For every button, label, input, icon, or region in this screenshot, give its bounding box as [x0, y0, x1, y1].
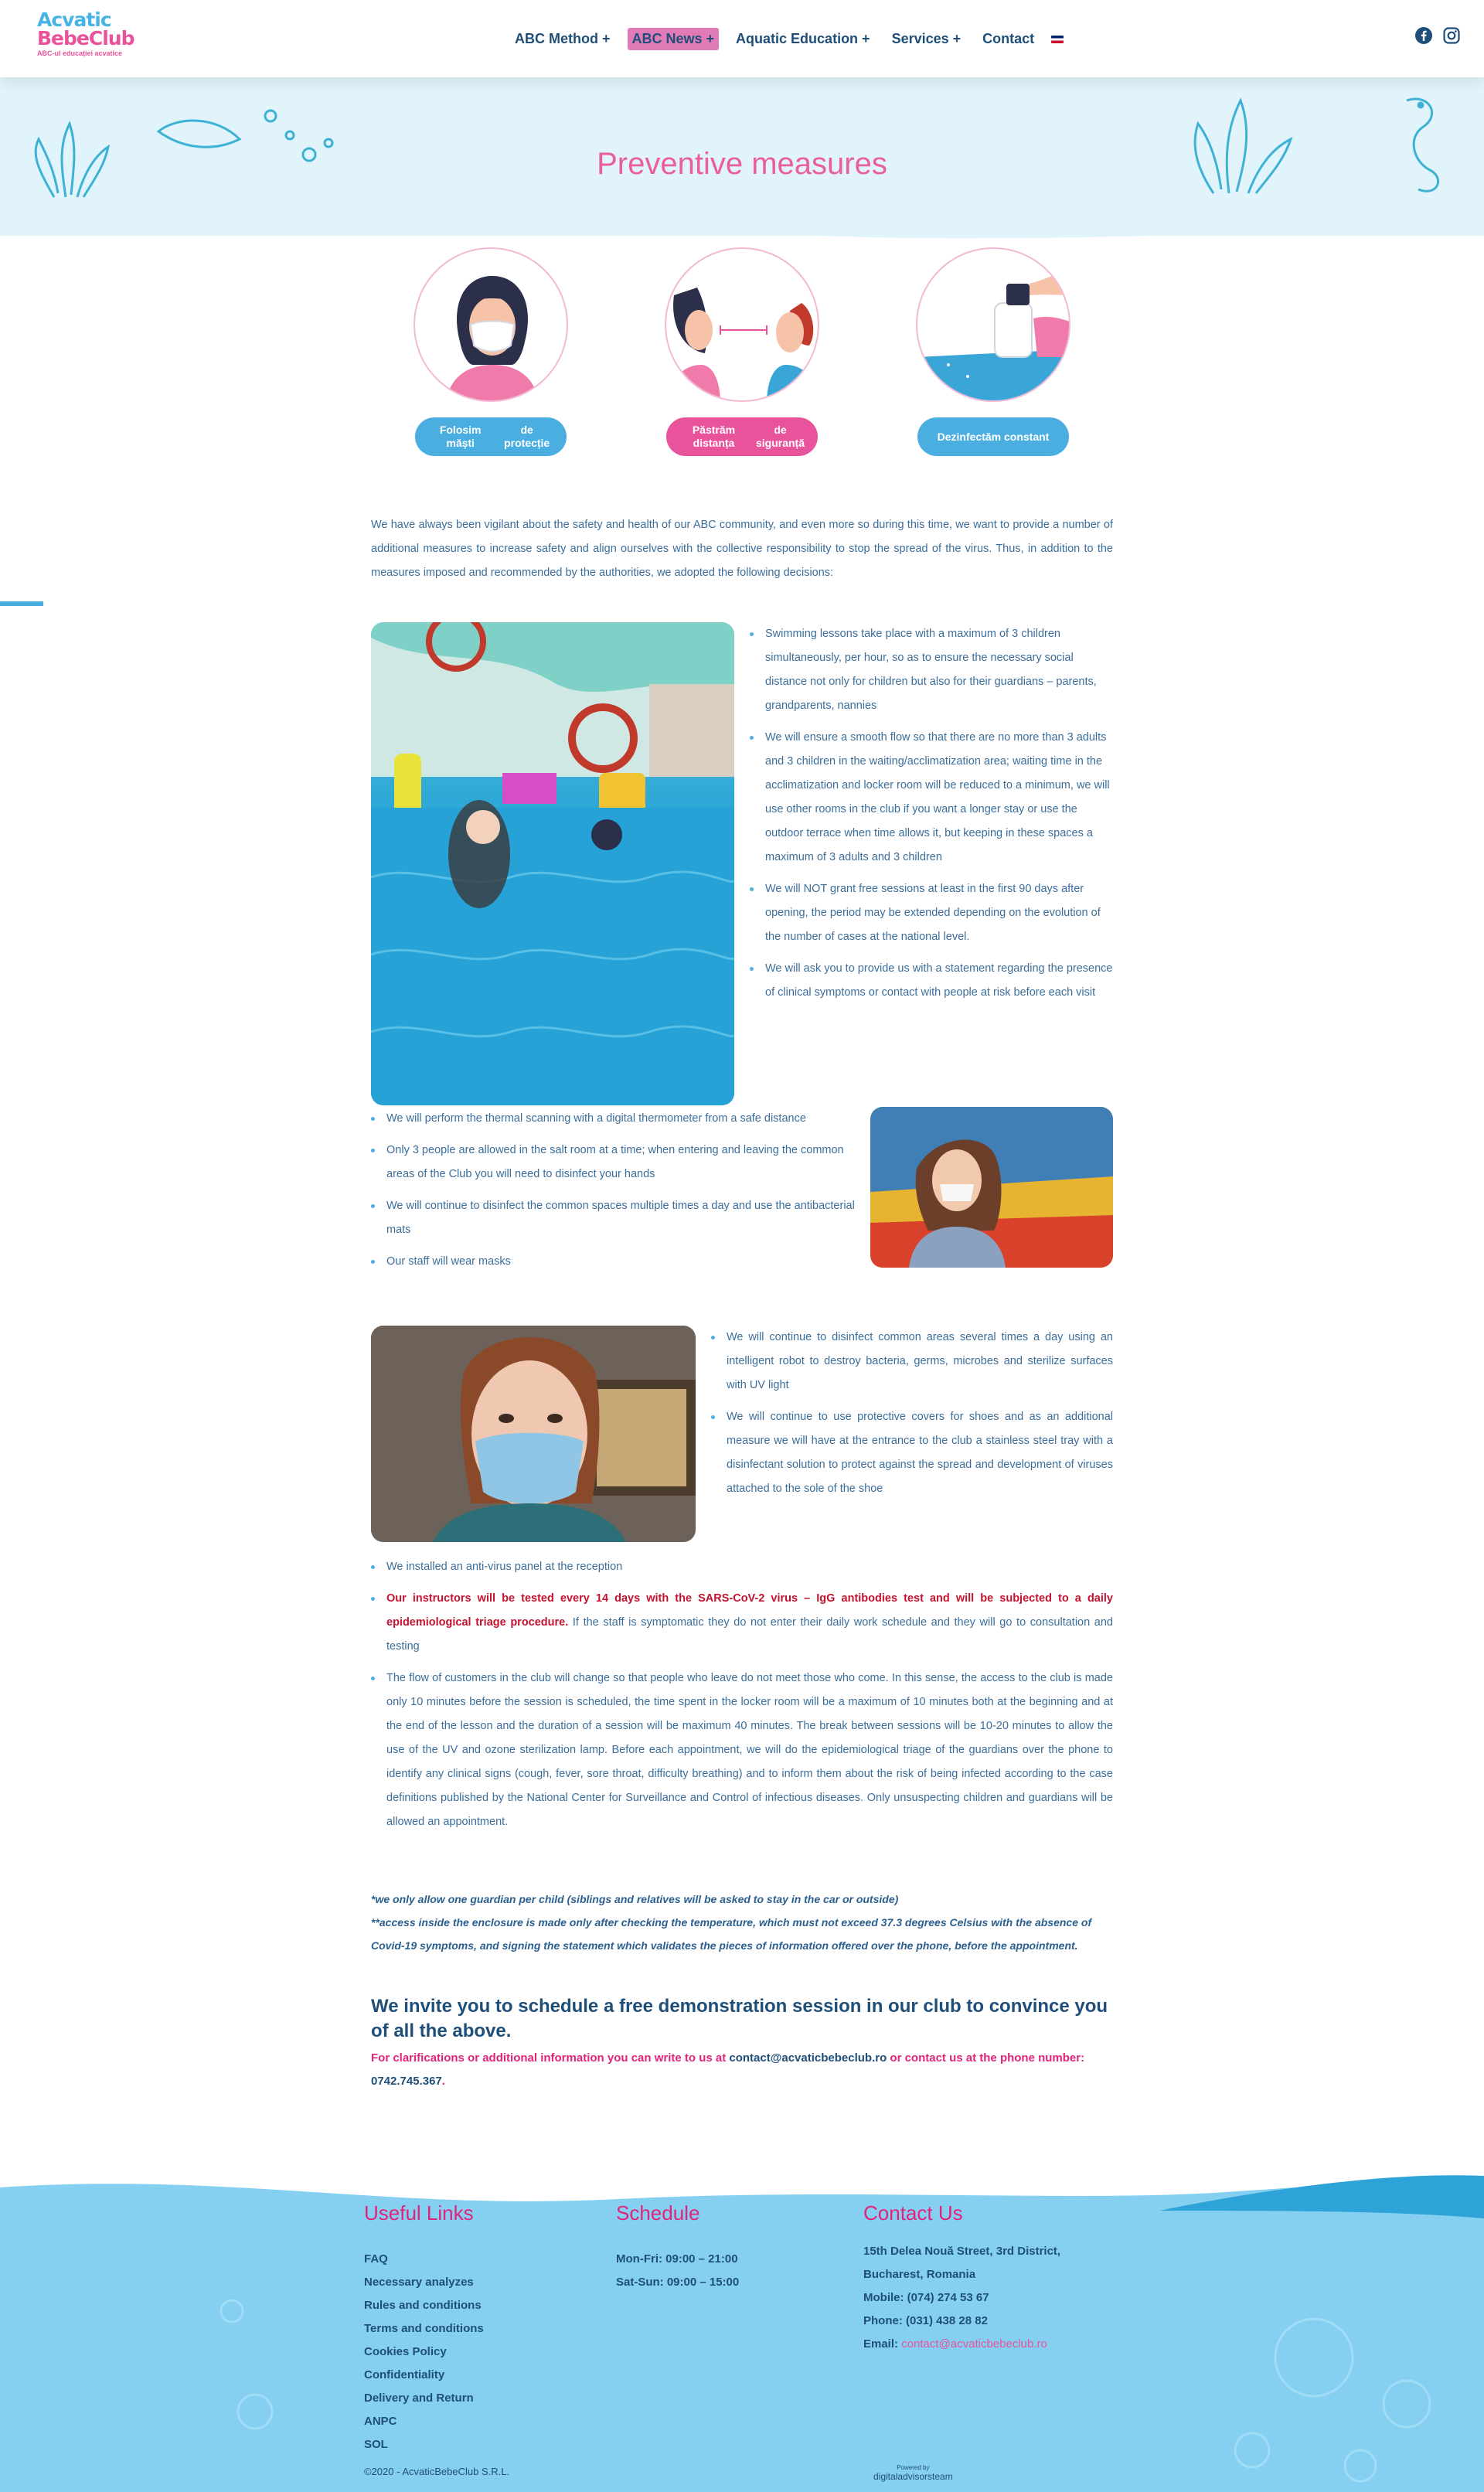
social-links — [1414, 26, 1461, 45]
badge-distance: Păstrăm distanța de siguranță — [665, 247, 819, 456]
measures-list-4: We installed an anti-virus panel at the … — [371, 1555, 1113, 1842]
logo-tagline: ABC-ul educației acvatice — [37, 49, 123, 57]
note-guardian: *we only allow one guardian per child (s… — [371, 1893, 899, 1905]
schedule-weekend: Sat-Sun: 09:00 – 15:00 — [616, 2276, 740, 2289]
contact-phone[interactable]: Phone: (031) 438 28 82 — [863, 2310, 1060, 2333]
badge-masks-label: Folosim măști de protecție — [415, 417, 567, 456]
contact-address-line1: 15th Delea Nouă Street, 3rd District, — [863, 2245, 1061, 2258]
useful-links-list: FAQ Necessary analyzes Rules and conditi… — [364, 2248, 484, 2456]
intro-paragraph: We have always been vigilant about the s… — [371, 519, 1113, 579]
seahorse-decoration — [1193, 97, 1440, 194]
contact-email-row: Email: contact@acvaticbebeclub.ro — [863, 2337, 1047, 2351]
badge-distance-label: Păstrăm distanța de siguranță — [666, 417, 818, 456]
list-item: We will perform the thermal scanning wit… — [371, 1107, 858, 1131]
staff-mask-photo — [870, 1107, 1113, 1268]
list-item: Swimming lessons take place with a maxim… — [750, 622, 1113, 718]
mask-illustration — [414, 247, 568, 402]
footer-link-rules[interactable]: Rules and conditions — [364, 2294, 484, 2317]
disinfect-illustration — [916, 247, 1070, 402]
list-item: We will continue to disinfect the common… — [371, 1194, 858, 1242]
footer-link-analyzes[interactable]: Necessary analyzes — [364, 2271, 484, 2294]
page-title: Preventive measures — [597, 147, 887, 181]
list-item: Our staff will wear masks — [371, 1250, 858, 1274]
badge-disinfect: Dezinfectăm constant — [916, 247, 1070, 456]
contact-mobile[interactable]: Mobile: (074) 274 53 67 — [863, 2286, 1060, 2310]
note-access: **access inside the enclosure is made on… — [371, 1916, 1092, 1952]
measures-list-1: Swimming lessons take place with a maxim… — [750, 622, 1113, 1013]
contact-phone-link[interactable]: 0742.745.367 — [371, 2075, 442, 2088]
site-header: Acvatic BebeClub ABC-ul educației acvati… — [0, 0, 1484, 77]
nav-contact[interactable]: Contact — [978, 28, 1039, 50]
nav-aquatic-education[interactable]: Aquatic Education + — [731, 28, 875, 50]
schedule-heading: Schedule — [616, 2201, 700, 2225]
site-footer: Useful Links FAQ Necessary analyzes Rule… — [0, 2157, 1484, 2492]
site-logo[interactable]: Acvatic BebeClub ABC-ul educației acvati… — [37, 10, 134, 68]
list-item: We will continue to disinfect common are… — [711, 1326, 1113, 1397]
pool-photo — [371, 622, 734, 1105]
contact-email-link[interactable]: contact@acvaticbebeclub.ro — [729, 2051, 887, 2065]
contact-list: 15th Delea Nouă Street, 3rd District, Bu… — [863, 2240, 1060, 2356]
invite-heading: We invite you to schedule a free demonst… — [371, 1996, 1108, 2041]
badge-masks: Folosim măști de protecție — [414, 247, 568, 456]
english-flag-icon[interactable] — [1051, 35, 1064, 43]
badge-disinfect-label: Dezinfectăm constant — [917, 417, 1069, 456]
prevention-badges: Folosim măști de protecție Păstrăm distan… — [410, 247, 1074, 464]
nav-abc-method[interactable]: ABC Method + — [510, 28, 615, 50]
footer-wave-background — [0, 2175, 1484, 2492]
list-item-testing: Our instructors will be tested every 14 … — [371, 1587, 1113, 1659]
list-item: We will continue to use protective cover… — [711, 1405, 1113, 1501]
developer-credit[interactable]: Powered by digitaladvisorsteam — [873, 2464, 953, 2482]
list-item: We will ask you to provide us with a sta… — [750, 957, 1113, 1005]
useful-links-heading: Useful Links — [364, 2201, 474, 2225]
schedule-weekdays: Mon-Fri: 09:00 – 21:00 — [616, 2252, 738, 2266]
logo-text-bottom: BebeClub — [37, 27, 134, 49]
list-item: Only 3 people are allowed in the salt ro… — [371, 1139, 858, 1186]
footer-email-link[interactable]: contact@acvaticbebeclub.ro — [901, 2337, 1047, 2351]
contact-heading: Contact Us — [863, 2201, 963, 2225]
list-item-customer-flow: The flow of customers in the club will c… — [371, 1666, 1113, 1834]
copyright: ©2020 - AcvaticBebeClub S.R.L. — [364, 2466, 510, 2477]
footer-link-anpc[interactable]: ANPC — [364, 2410, 484, 2433]
schedule-list: Mon-Fri: 09:00 – 21:00 Sat-Sun: 09:00 – … — [616, 2248, 739, 2294]
measures-list-2: We will perform the thermal scanning wit… — [371, 1107, 858, 1282]
clarification-text: For clarifications or additional informa… — [371, 2051, 1085, 2088]
contact-address-line2: Bucharest, Romania — [863, 2268, 976, 2281]
instagram-icon[interactable] — [1442, 26, 1461, 45]
main-nav: ABC Method + ABC News + Aquatic Educatio… — [510, 28, 1064, 50]
selfie-mask-photo — [371, 1326, 696, 1542]
list-item: We will ensure a smooth flow so that the… — [750, 726, 1113, 870]
guardian-notes: *we only allow one guardian per child (s… — [371, 1888, 1113, 1957]
facebook-icon[interactable] — [1414, 26, 1433, 45]
nav-services[interactable]: Services + — [887, 28, 966, 50]
nav-abc-news[interactable]: ABC News + — [627, 28, 720, 50]
footer-link-faq[interactable]: FAQ — [364, 2248, 484, 2271]
footer-link-sol[interactable]: SOL — [364, 2433, 484, 2456]
list-item: We will NOT grant free sessions at least… — [750, 877, 1113, 949]
list-item-antivirus: We installed an anti-virus panel at the … — [371, 1555, 1113, 1579]
distance-illustration — [665, 247, 819, 402]
footer-link-terms[interactable]: Terms and conditions — [364, 2317, 484, 2341]
footer-link-cookies[interactable]: Cookies Policy — [364, 2341, 484, 2364]
measures-list-3: We will continue to disinfect common are… — [711, 1326, 1113, 1509]
footer-link-confidentiality[interactable]: Confidentiality — [364, 2364, 484, 2387]
side-accent-line — [0, 601, 43, 606]
footer-link-delivery[interactable]: Delivery and Return — [364, 2387, 484, 2410]
